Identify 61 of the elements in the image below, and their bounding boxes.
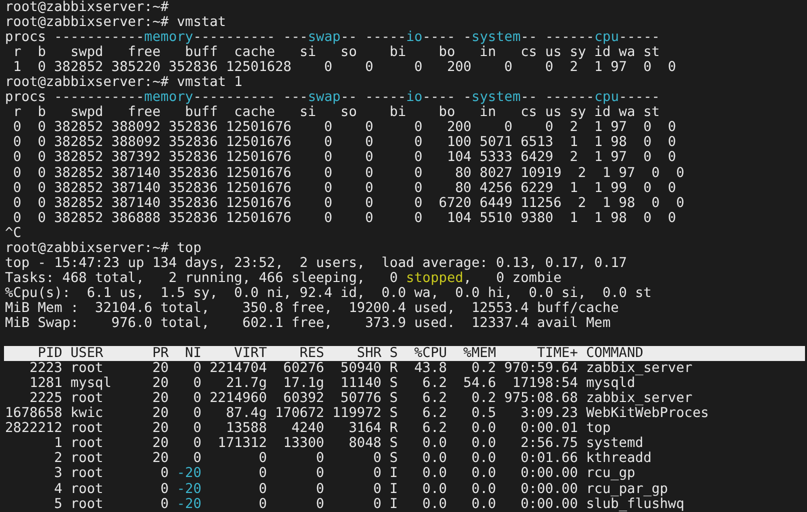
highlighted-text: swap <box>308 29 341 46</box>
highlighted-text: -20 <box>176 465 202 482</box>
terminal-text: 0 0 382852 387392 352836 12501676 0 0 0 104 5333 6429 2 1 97 0 0 <box>12 149 676 166</box>
terminal-text: root@zabbixserver:~# vmstat <box>5 14 226 30</box>
terminal-text: 2 root 20 0 0 0 0 S 0.0 0.0 0:01.66 kthreadd <box>53 450 652 466</box>
terminal-text: -- ------ <box>520 89 594 106</box>
terminal-text: procs ----------- <box>5 29 144 46</box>
terminal-text: 0 0 382852 386888 352836 12501676 0 0 0 104 5510 9380 1 1 98 0 0 <box>12 210 676 226</box>
terminal-text: 1281 mysql 20 0 21.7g 17.1g 11140 S 6.2 54.6 17198:54 mysqld <box>28 375 636 392</box>
terminal-text: ----- <box>618 89 660 106</box>
highlighted-text: io <box>406 89 422 106</box>
terminal-text: ---------- --- <box>193 89 308 106</box>
terminal-text: 4 root 0 <box>53 480 170 496</box>
highlighted-text: -20 <box>176 496 202 512</box>
terminal-text: root@zabbixserver:~# vmstat 1 <box>5 74 242 90</box>
highlighted-text: system <box>472 89 521 106</box>
terminal-text: 0 0 382852 388092 352836 12501676 0 0 0 100 5071 6513 1 1 98 0 0 <box>12 134 676 150</box>
highlighted-text: stopped <box>406 270 464 286</box>
terminal-text: 0 0 0 I 0.0 0.0 0:00.00 slub_flushwq <box>258 496 684 512</box>
terminal-text: 0 0 382852 387140 352836 12501676 0 0 0 80 4256 6229 1 1 99 0 0 <box>12 180 676 196</box>
terminal-text: ---------- --- <box>193 29 308 46</box>
terminal-text: r b swpd free buff cache si so bi bo in cs us sy id wa st <box>12 104 660 120</box>
terminal-text: 3 root 0 <box>53 465 170 482</box>
terminal-text: 1678658 kwic 20 0 87.4g 170672 119972 S 6.2 0.5 3:09.23 WebKitWebProces <box>5 405 709 422</box>
terminal-text: , 0 zombie <box>463 270 562 286</box>
terminal-text: MiB Swap: 976.0 total, 602.1 free, 373.9 used. 12337.4 avail Mem <box>5 314 611 331</box>
terminal-text: Tasks: 468 total, 2 running, 466 sleeping, 0 <box>5 270 399 286</box>
terminal-text: r b swpd free buff cache si so bi bo in cs us sy id wa st <box>12 44 660 60</box>
terminal-text: top - 15:47:23 up 134 days, 23:52, 2 users, load average: 0.13, 0.17, 0.17 <box>5 254 627 271</box>
highlighted-text: system <box>472 29 521 46</box>
terminal-text: %Cpu(s): 6.1 us, 1.5 sy, 0.0 ni, 92.4 id, 0.0 wa, 0.0 hi, 0.0 si, 0.0 st <box>5 284 652 301</box>
table-header: PID USER PR NI VIRT RES SHR S %CPU %MEM TIME+ COMMAND <box>4 346 805 362</box>
terminal-text: 0 0 382852 387140 352836 12501676 0 0 0 6720 6449 11256 2 1 98 0 0 <box>12 194 684 211</box>
terminal-text: 2225 root 20 0 2214960 60392 50776 S 6.2 0.2 975:08.68 zabbix_server <box>28 390 692 406</box>
terminal-text: 5 root 0 <box>53 496 170 512</box>
highlighted-text: swap <box>308 89 341 106</box>
terminal-text: root@zabbixserver:~# <box>5 0 169 15</box>
terminal-text: 2822212 root 20 0 13588 4240 3164 R 6.2 0.0 0:00.01 top <box>5 420 611 436</box>
highlighted-text: cpu <box>594 89 619 106</box>
terminal-text: MiB Mem : 32104.6 total, 350.8 free, 19200.4 used, 12553.4 buff/cache <box>5 300 619 316</box>
terminal-text: ^C <box>5 224 22 241</box>
highlighted-text: -20 <box>176 480 202 496</box>
highlighted-text: cpu <box>594 29 619 46</box>
terminal-text: 0 0 0 I 0.0 0.0 0:00.00 rcu_par_gp <box>258 480 668 496</box>
terminal-text: -- ----- <box>340 89 406 106</box>
terminal-text: 0 0 382852 387140 352836 12501676 0 0 0 80 8027 10919 2 1 97 0 0 <box>12 164 684 181</box>
highlighted-text: memory <box>144 89 194 106</box>
terminal-text: ---- - <box>422 89 472 106</box>
terminal-text: root@zabbixserver:~# top <box>5 240 202 256</box>
terminal-text: 0 0 382852 388092 352836 12501676 0 0 0 200 0 0 2 1 97 0 0 <box>12 119 676 136</box>
terminal-text: -- ------ <box>520 29 594 46</box>
terminal-text: procs ----------- <box>5 89 144 106</box>
terminal-text: 0 0 0 I 0.0 0.0 0:00.00 rcu_gp <box>258 465 636 482</box>
highlighted-text: io <box>406 29 422 46</box>
terminal-text: 1 root 20 0 171312 13300 8048 S 0.0 0.0 2:56.75 systemd <box>53 435 644 452</box>
terminal-text: 1 0 382852 385220 352836 12501628 0 0 0 200 0 0 2 1 97 0 0 <box>12 59 676 76</box>
terminal-text: 2223 root 20 0 2214704 60276 50940 R 43.8 0.2 970:59.64 zabbix_server <box>28 360 692 376</box>
highlighted-text: memory <box>144 29 194 46</box>
terminal-text: ----- <box>618 29 660 46</box>
terminal-text: -- ----- <box>340 29 406 46</box>
terminal-text: ---- - <box>422 29 472 46</box>
